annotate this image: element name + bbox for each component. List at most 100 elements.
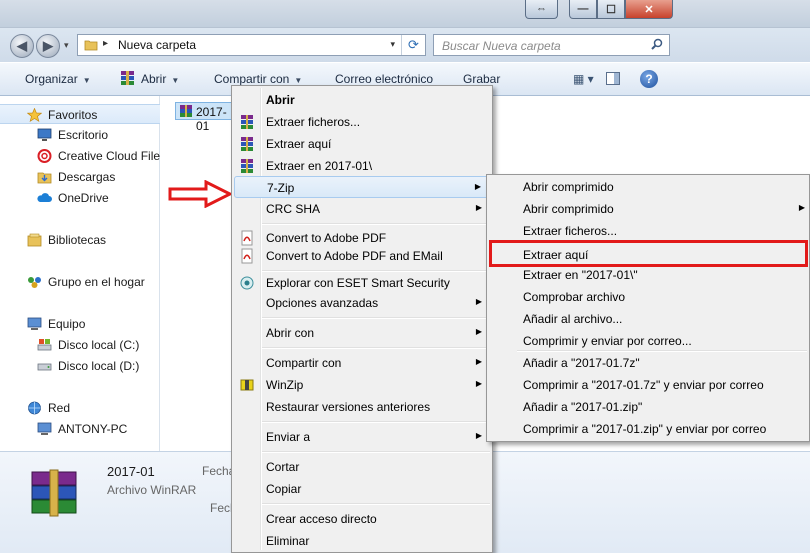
menu-label: Abrir comprimido bbox=[523, 180, 614, 194]
nav-item-antony-pc[interactable]: ANTONY-PC bbox=[0, 419, 160, 439]
snap-restore-button[interactable]: ⇔ bbox=[525, 0, 558, 19]
view-options-icon[interactable]: ▦ ▾ bbox=[573, 72, 594, 86]
nav-item-libraries[interactable]: Bibliotecas bbox=[0, 230, 160, 250]
nav-label: Red bbox=[48, 401, 71, 415]
submenu-item-open-archive[interactable]: Abrir comprimido bbox=[489, 176, 807, 198]
close-icon: ✕ bbox=[644, 3, 654, 16]
minimize-button[interactable]: — bbox=[569, 0, 597, 19]
nav-item-drive-c[interactable]: Disco local (C:) bbox=[0, 335, 160, 355]
menu-label: CRC SHA bbox=[266, 202, 321, 216]
menu-item-winzip[interactable]: WinZip ▶ bbox=[234, 374, 490, 396]
menu-label: Comprimir a "2017-01.7z" y enviar por co… bbox=[523, 378, 764, 392]
details-file-type: Archivo WinRAR bbox=[107, 483, 197, 497]
search-icon[interactable] bbox=[651, 38, 663, 50]
open-button[interactable]: Abrir ▼ bbox=[141, 72, 179, 86]
menu-item-cut[interactable]: Cortar bbox=[234, 456, 490, 478]
menu-label: Extraer ficheros... bbox=[523, 224, 618, 238]
submenu-item-compress-zip-email[interactable]: Comprimir a "2017-01.zip" y enviar por c… bbox=[489, 418, 807, 440]
menu-item-extract-files[interactable]: Extraer ficheros... bbox=[234, 111, 490, 133]
share-with-button[interactable]: Compartir con ▼ bbox=[214, 72, 302, 86]
menu-label: Convert to Adobe PDF bbox=[266, 231, 387, 245]
nav-label: Disco local (D:) bbox=[58, 359, 140, 373]
nav-item-network[interactable]: Red bbox=[0, 398, 160, 418]
adobe-pdf-icon bbox=[241, 230, 253, 246]
submenu-arrow-icon: ▶ bbox=[475, 327, 482, 336]
close-button[interactable]: ✕ bbox=[625, 0, 673, 19]
menu-item-eset-scan[interactable]: Explorar con ESET Smart Security bbox=[234, 272, 490, 294]
submenu-item-compress-email[interactable]: Comprimir y enviar por correo... bbox=[489, 330, 807, 352]
refresh-button[interactable]: ⟳ bbox=[401, 35, 425, 55]
homegroup-icon bbox=[28, 277, 41, 288]
nav-item-onedrive[interactable]: OneDrive bbox=[0, 188, 160, 208]
libraries-icon bbox=[27, 233, 42, 247]
menu-label: 7-Zip bbox=[267, 181, 295, 195]
submenu-item-compress-7z-email[interactable]: Comprimir a "2017-01.7z" y enviar por co… bbox=[489, 374, 807, 396]
nav-label: Equipo bbox=[48, 317, 86, 331]
address-bar[interactable]: ▸ Nueva carpeta ▾ ⟳ bbox=[77, 34, 426, 56]
burn-button[interactable]: Grabar bbox=[463, 72, 500, 86]
help-icon: ? bbox=[645, 72, 653, 86]
nav-item-computer[interactable]: Equipo bbox=[0, 314, 160, 334]
dropdown-arrow-icon: ▼ bbox=[171, 76, 180, 85]
menu-item-extract-to-folder[interactable]: Extraer en 2017-01\ bbox=[234, 155, 490, 177]
nav-item-homegroup[interactable]: Grupo en el hogar bbox=[0, 272, 160, 292]
menu-label: Extraer aquí bbox=[266, 137, 332, 151]
submenu-item-add-to-zip[interactable]: Añadir a "2017-01.zip" bbox=[489, 396, 807, 418]
chevron-down-icon[interactable]: ▾ bbox=[390, 39, 395, 50]
nav-item-downloads[interactable]: Descargas bbox=[0, 167, 160, 187]
recent-pages-dropdown[interactable]: ▾ bbox=[64, 40, 69, 51]
computer-icon bbox=[37, 422, 52, 435]
menu-item-crc-sha[interactable]: CRC SHA ▶ bbox=[234, 198, 490, 220]
nav-label: Escritorio bbox=[58, 128, 109, 142]
menu-item-7zip[interactable]: 7-Zip ▶ bbox=[234, 176, 490, 198]
address-path-folder[interactable]: Nueva carpeta bbox=[118, 38, 196, 52]
downloads-folder-icon bbox=[37, 172, 52, 184]
menu-item-share-with[interactable]: Compartir con ▶ bbox=[234, 352, 490, 374]
menu-label: Crear acceso directo bbox=[266, 512, 377, 526]
nav-item-drive-d[interactable]: Disco local (D:) bbox=[0, 356, 160, 376]
maximize-button[interactable]: ☐ bbox=[597, 0, 625, 19]
navigation-row: ◀ ▶ ▾ ▸ Nueva carpeta ▾ ⟳ Buscar Nueva c… bbox=[0, 28, 810, 62]
submenu-item-test-archive[interactable]: Comprobar archivo bbox=[489, 286, 807, 308]
help-button[interactable]: ? bbox=[640, 70, 658, 88]
submenu-item-add-to-7z[interactable]: Añadir a "2017-01.7z" bbox=[489, 352, 807, 374]
title-bar: ⇔ — ☐ ✕ bbox=[0, 0, 810, 28]
nav-label: Bibliotecas bbox=[48, 233, 107, 247]
eset-icon bbox=[240, 276, 254, 290]
menu-item-copy[interactable]: Copiar bbox=[234, 478, 490, 500]
back-button[interactable]: ◀ bbox=[10, 34, 34, 58]
menu-item-advanced-options[interactable]: Opciones avanzadas ▶ bbox=[234, 292, 490, 314]
nav-item-desktop[interactable]: Escritorio bbox=[0, 125, 160, 145]
menu-item-convert-pdf-email[interactable]: Convert to Adobe PDF and EMail bbox=[234, 245, 490, 267]
menu-item-open-with[interactable]: Abrir con ▶ bbox=[234, 322, 490, 344]
menu-item-delete[interactable]: Eliminar bbox=[234, 530, 490, 552]
submenu-arrow-icon: ▶ bbox=[475, 297, 482, 306]
menu-label: WinZip bbox=[266, 378, 304, 392]
drive-icon bbox=[37, 363, 52, 371]
path-separator-icon[interactable]: ▸ bbox=[103, 38, 108, 49]
menu-label: Copiar bbox=[266, 482, 302, 496]
creative-cloud-icon bbox=[37, 149, 52, 163]
winrar-icon bbox=[241, 137, 253, 151]
winrar-archive-icon bbox=[180, 105, 192, 117]
preview-pane-icon[interactable] bbox=[606, 72, 620, 85]
organize-button[interactable]: Organizar ▼ bbox=[25, 72, 91, 86]
submenu-item-add-to-archive[interactable]: Añadir al archivo... bbox=[489, 308, 807, 330]
maximize-icon: ☐ bbox=[606, 3, 616, 16]
menu-item-extract-here[interactable]: Extraer aquí bbox=[234, 133, 490, 155]
file-item-selected[interactable]: 2017-01 bbox=[175, 102, 235, 133]
menu-item-restore-versions[interactable]: Restaurar versiones anteriores bbox=[234, 396, 490, 418]
email-button[interactable]: Correo electrónico bbox=[335, 72, 433, 86]
file-name: 2017-01 bbox=[196, 105, 227, 133]
nav-item-creative-cloud[interactable]: Creative Cloud Files bbox=[0, 146, 160, 166]
submenu-item-extract-files[interactable]: Extraer ficheros... bbox=[489, 220, 807, 242]
menu-item-send-to[interactable]: Enviar a ▶ bbox=[234, 426, 490, 448]
star-icon bbox=[27, 108, 42, 122]
menu-item-open[interactable]: Abrir bbox=[234, 89, 490, 111]
search-input[interactable]: Buscar Nueva carpeta bbox=[433, 34, 670, 56]
nav-item-favorites[interactable]: Favoritos bbox=[0, 104, 160, 124]
menu-item-create-shortcut[interactable]: Crear acceso directo bbox=[234, 508, 490, 530]
submenu-item-open-archive-more[interactable]: Abrir comprimido ▶ bbox=[489, 198, 807, 220]
forward-button[interactable]: ▶ bbox=[36, 34, 60, 58]
submenu-item-extract-to-folder[interactable]: Extraer en "2017-01\" bbox=[489, 264, 807, 286]
